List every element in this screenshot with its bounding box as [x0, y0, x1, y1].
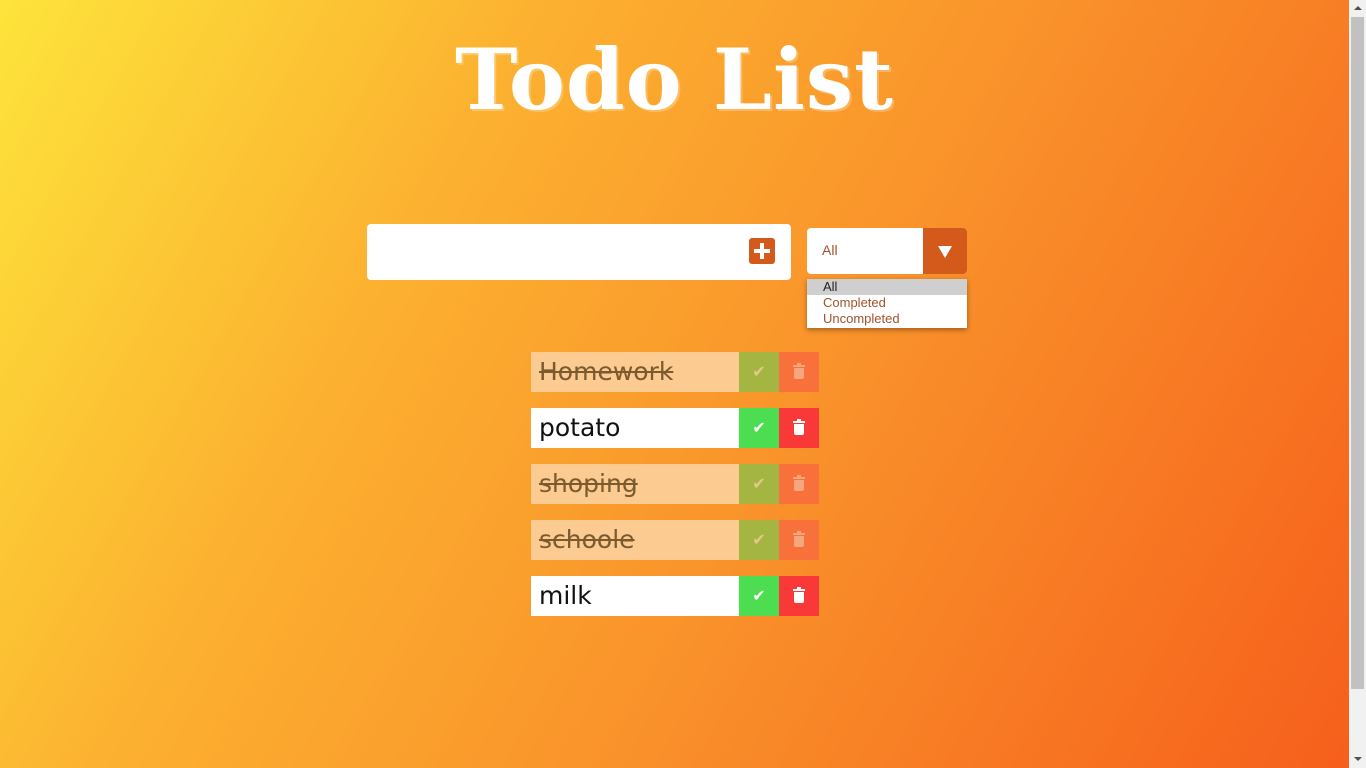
- todo-item: schoole ✔: [531, 520, 819, 560]
- filter-option-uncompleted[interactable]: Uncompleted: [807, 311, 967, 327]
- vertical-scrollbar[interactable]: [1349, 0, 1366, 768]
- delete-button[interactable]: [779, 352, 819, 392]
- todo-item: potato ✔: [531, 408, 819, 448]
- filter-option-all[interactable]: All: [807, 279, 967, 295]
- todo-item: milk ✔: [531, 576, 819, 616]
- trash-icon: [793, 363, 805, 379]
- todo-text: potato: [539, 413, 621, 442]
- check-icon: ✔: [752, 530, 766, 549]
- todo-input-box: [367, 224, 791, 280]
- filter-dropdown-toggle[interactable]: [923, 228, 967, 274]
- check-icon: ✔: [752, 418, 766, 437]
- delete-button[interactable]: [779, 520, 819, 560]
- page: Todo List All All Completed Uncompleted …: [0, 0, 1349, 768]
- scrollbar-thumb[interactable]: [1351, 17, 1364, 689]
- check-icon: ✔: [752, 362, 766, 381]
- todo-text: milk: [539, 581, 592, 610]
- complete-button[interactable]: ✔: [739, 352, 779, 392]
- todo-item: Homework ✔: [531, 352, 819, 392]
- complete-button[interactable]: ✔: [739, 464, 779, 504]
- todo-input[interactable]: [379, 236, 743, 270]
- trash-icon: [793, 419, 805, 435]
- trash-icon: [793, 587, 805, 603]
- todo-text: shoping: [539, 469, 638, 498]
- check-icon: ✔: [752, 474, 766, 493]
- filter-dropdown-menu: All Completed Uncompleted: [807, 279, 967, 328]
- trash-icon: [793, 475, 805, 491]
- filter-selected-value: All: [822, 242, 838, 258]
- check-icon: ✔: [752, 586, 766, 605]
- scroll-up-arrow-icon[interactable]: [1354, 6, 1362, 10]
- delete-button[interactable]: [779, 464, 819, 504]
- filter-option-completed[interactable]: Completed: [807, 295, 967, 311]
- complete-button[interactable]: ✔: [739, 520, 779, 560]
- plus-icon-horizontal: [754, 249, 770, 253]
- scroll-down-arrow-icon[interactable]: [1354, 757, 1362, 761]
- page-title: Todo List: [455, 30, 894, 129]
- trash-icon: [793, 531, 805, 547]
- add-todo-button[interactable]: [749, 238, 775, 264]
- delete-button[interactable]: [779, 408, 819, 448]
- todo-list: Homework ✔ potato ✔ shoping ✔ schoole ✔: [531, 352, 819, 632]
- todo-text: Homework: [539, 357, 674, 386]
- complete-button[interactable]: ✔: [739, 576, 779, 616]
- caret-down-icon: [938, 246, 952, 258]
- todo-item: shoping ✔: [531, 464, 819, 504]
- delete-button[interactable]: [779, 576, 819, 616]
- filter-select[interactable]: All: [807, 228, 967, 274]
- complete-button[interactable]: ✔: [739, 408, 779, 448]
- todo-text: schoole: [539, 525, 635, 554]
